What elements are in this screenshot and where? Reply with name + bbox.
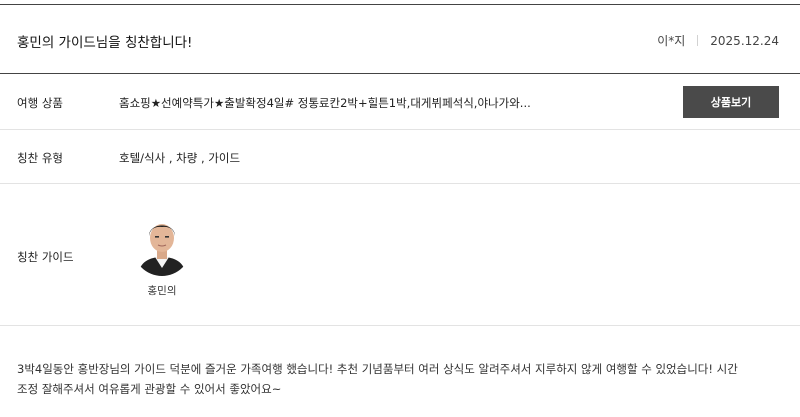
post-title: 홍민의 가이드님을 칭찬합니다! [17,35,193,51]
praise-type-label: 칭찬 유형 [17,151,63,165]
praise-type-row: 칭찬 유형 호텔/식사 , 차량 , 가이드 [0,130,800,184]
praise-type-value: 호텔/식사 , 차량 , 가이드 [119,151,241,165]
post-header: 홍민의 가이드님을 칭찬합니다! 이*지 2025.12.24 [0,4,800,74]
guide-row: 칭찬 가이드 홍민의 [0,184,800,326]
post-author: 이*지 [657,34,686,48]
product-label: 여행 상품 [17,96,63,110]
meta-divider [697,35,699,46]
guide-avatar [133,218,191,276]
product-row: 여행 상품 홈쇼핑★선예약특가★출발확정4일# 정통료칸2박+힐튼1박,대게뷔페… [0,74,800,130]
review-line: 3박4일동안 홍반장님의 가이드 덕분에 즐거운 가족여행 했습니다! 추천 기… [17,362,738,376]
post-meta: 이*지 2025.12.24 [657,32,779,49]
review-text: 3박4일동안 홍반장님의 가이드 덕분에 즐거운 가족여행 했습니다! 추천 기… [17,359,787,399]
post-date: 2025.12.24 [710,33,779,48]
review-line: 조정 잘해주셔서 여유롭게 관광할 수 있어서 좋았어요~ [17,382,282,396]
guide-label: 칭찬 가이드 [17,250,74,264]
praise-post: 홍민의 가이드님을 칭찬합니다! 이*지 2025.12.24 여행 상품 홈쇼… [0,0,800,417]
guide-name: 홍민의 [147,285,177,297]
view-product-button[interactable]: 상품보기 [683,86,779,118]
guide-card[interactable]: 홍민의 [133,214,191,298]
product-name[interactable]: 홈쇼핑★선예약특가★출발확정4일# 정통료칸2박+힐튼1박,대게뷔페석식,야나가… [119,95,531,111]
